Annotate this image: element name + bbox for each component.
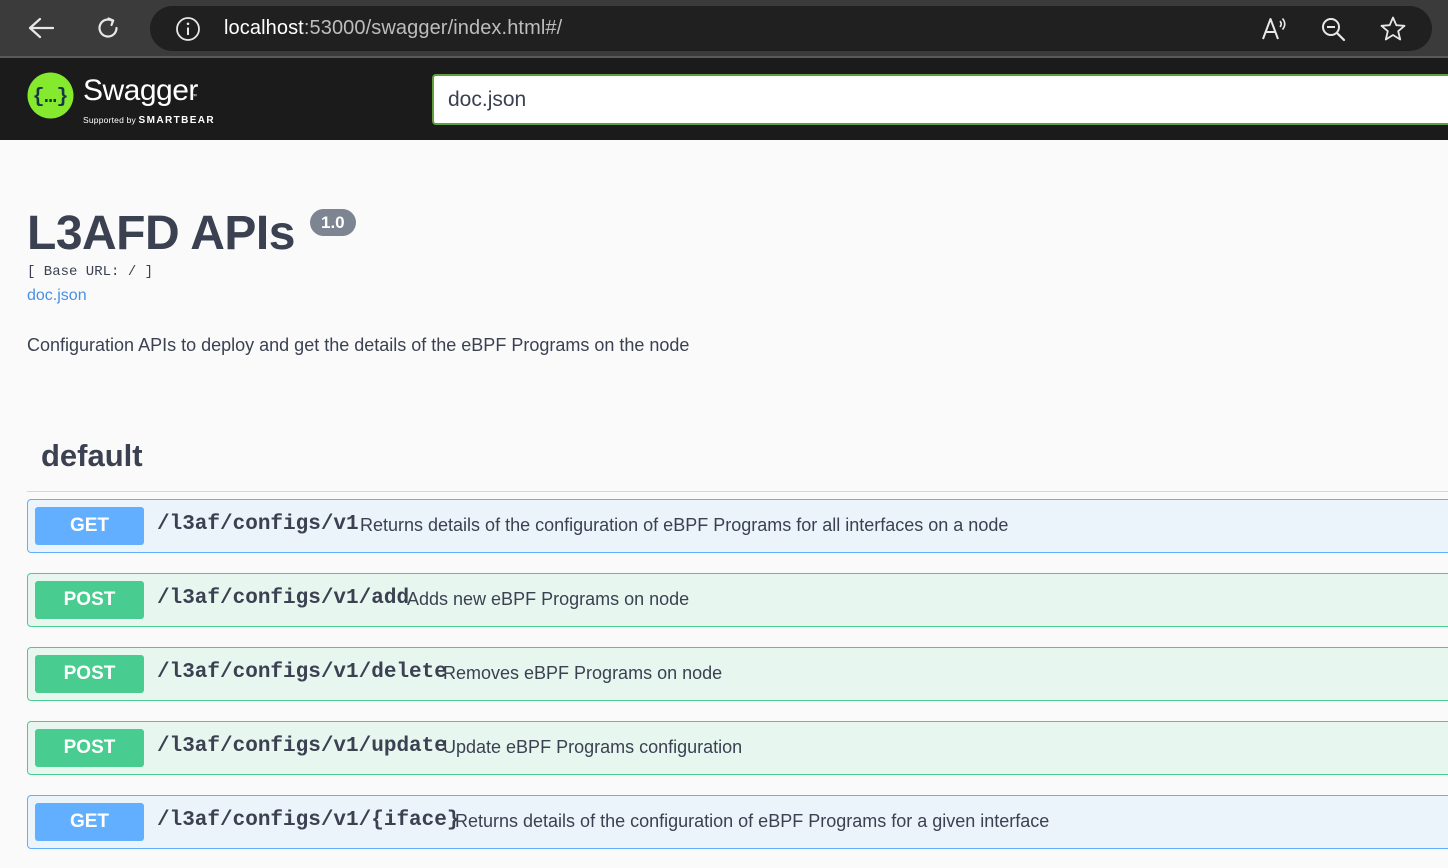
tagline-prefix: Supported by (83, 115, 136, 125)
operation-summary: Update eBPF Programs configuration (443, 737, 743, 757)
operation-post-add[interactable]: POST /l3af/configs/v1/add Adds new eBPF … (27, 573, 1448, 627)
url-host: localhost (224, 17, 304, 39)
method-badge: GET (35, 507, 144, 545)
tag-default-header[interactable]: default (41, 438, 143, 474)
info-icon[interactable] (175, 16, 201, 47)
arrow-left-icon (28, 17, 54, 39)
tag-divider (27, 491, 1448, 492)
operation-path: /l3af/configs/v1/delete (157, 661, 447, 684)
operation-path: /l3af/configs/v1/{iface} (157, 809, 460, 832)
operation-summary: Removes eBPF Programs on node (443, 663, 723, 683)
address-bar[interactable]: localhost:53000/swagger/index.html#/ (150, 6, 1432, 51)
method-badge: POST (35, 655, 144, 693)
page-title: L3AFD APIs (27, 207, 295, 260)
operation-get-iface[interactable]: GET /l3af/configs/v1/{iface} Returns det… (27, 795, 1448, 849)
method-badge: GET (35, 803, 144, 841)
base-url: [ Base URL: / ] (27, 264, 154, 280)
version-badge: 1.0 (310, 209, 356, 236)
operation-get-configs[interactable]: GET /l3af/configs/v1 Returns details of … (27, 499, 1448, 553)
operation-post-delete[interactable]: POST /l3af/configs/v1/delete Removes eBP… (27, 647, 1448, 701)
operation-summary: Returns details of the configuration of … (455, 811, 1050, 831)
method-badge: POST (35, 729, 144, 767)
swagger-topbar: {…} Swagger ™ Supported by SMARTBEAR (0, 58, 1448, 140)
browser-toolbar: localhost:53000/swagger/index.html#/ (0, 0, 1448, 58)
refresh-button[interactable] (90, 10, 126, 46)
operation-path: /l3af/configs/v1 (157, 513, 359, 536)
api-description: Configuration APIs to deploy and get the… (27, 335, 690, 355)
read-aloud-icon[interactable] (1260, 15, 1288, 43)
doc-json-link[interactable]: doc.json (27, 287, 87, 305)
refresh-icon (98, 17, 118, 38)
smartbear-tagline: Supported by SMARTBEAR (83, 115, 215, 126)
method-badge: POST (35, 581, 144, 619)
operation-post-update[interactable]: POST /l3af/configs/v1/update Update eBPF… (27, 721, 1448, 775)
operation-summary: Adds new eBPF Programs on node (407, 589, 690, 609)
swagger-logo-icon[interactable]: {…} (27, 72, 74, 124)
back-button[interactable] (23, 10, 59, 46)
url-text[interactable]: localhost:53000/swagger/index.html#/ (224, 17, 562, 40)
zoom-out-icon[interactable] (1319, 15, 1347, 43)
spec-url-input[interactable] (432, 74, 1448, 125)
operation-path: /l3af/configs/v1/add (157, 587, 410, 610)
favorite-star-icon[interactable] (1379, 15, 1407, 43)
url-path: :53000/swagger/index.html#/ (303, 17, 563, 39)
tagline-brand: SMARTBEAR (138, 115, 216, 126)
operation-summary: Returns details of the configuration of … (360, 515, 1009, 535)
trademark-mark: ™ (191, 94, 197, 100)
operation-path: /l3af/configs/v1/update (157, 735, 447, 758)
swagger-logo-text: Swagger (83, 74, 198, 107)
svg-text:{…}: {…} (32, 86, 68, 109)
